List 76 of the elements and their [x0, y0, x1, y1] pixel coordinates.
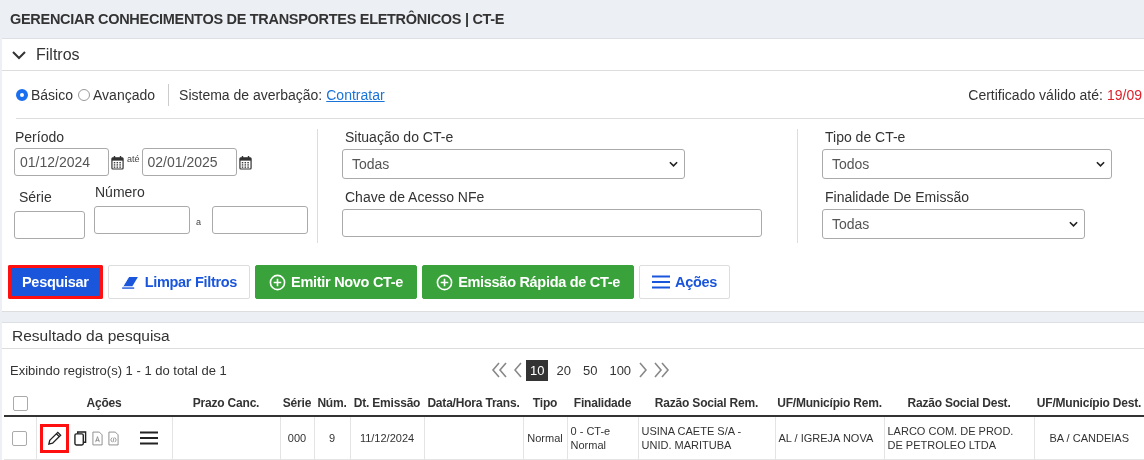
column-header[interactable]: UF/Município Dest.: [1036, 396, 1142, 410]
date-field[interactable]: 01/12/2024: [14, 148, 109, 176]
column-header[interactable]: Razão Social Rem.: [654, 396, 759, 410]
field-label: Situação do CT-e: [345, 129, 455, 145]
range-separator: a: [196, 217, 201, 227]
page-title: GERENCIAR CONHECIMENTOS DE TRANSPORTES ELETRÔNICOS | CT-E: [10, 11, 505, 27]
series-field[interactable]: [14, 211, 85, 239]
access-key-field[interactable]: [342, 209, 762, 237]
filters-header[interactable]: Filtros: [2, 39, 1144, 71]
number-field[interactable]: [212, 206, 308, 234]
table-cell: USINA CAETE S/A - UNID. MARITUBA: [641, 424, 742, 451]
status-select[interactable]: Todas: [342, 149, 685, 179]
type-select[interactable]: Todos: [822, 149, 1112, 179]
column-header[interactable]: Tipo: [532, 396, 558, 410]
table-cell: 0 - CT-e Normal: [570, 424, 611, 451]
table-cell: Normal: [527, 431, 563, 444]
calendar-icon[interactable]: [111, 154, 124, 170]
table-cell: LARCO COM. DE PROD. DE PETROLEO LTDA: [887, 424, 1014, 451]
column-header[interactable]: Ações: [86, 396, 122, 410]
page-size-option[interactable]: 50: [578, 359, 602, 381]
radio-option[interactable]: Básico: [16, 86, 74, 103]
table-cell: AL / IGREJA NOVA: [778, 431, 874, 444]
page-size-option[interactable]: 10: [526, 359, 549, 381]
contract-link[interactable]: Contratar: [326, 86, 385, 103]
first-page-icon[interactable]: [490, 362, 510, 378]
certificate-label: Certificado válido até:: [968, 86, 1103, 103]
date-field[interactable]: 02/01/2025: [141, 148, 237, 176]
chevron-icon: [1069, 221, 1078, 227]
chevron-icon: [12, 49, 26, 60]
menu-icon: [651, 275, 670, 289]
column-header[interactable]: Data/Hora Trans.: [427, 396, 520, 410]
plus-circle-icon: [436, 273, 454, 291]
insurance-label: Sistema de averbação:: [179, 86, 323, 103]
purpose-select[interactable]: Todas: [822, 209, 1085, 239]
table-cell: 9: [328, 431, 336, 444]
page-size-option[interactable]: 100: [605, 359, 636, 381]
column-header[interactable]: Prazo Canc.: [192, 396, 260, 410]
range-separator: até: [127, 154, 140, 164]
page-size-option[interactable]: 20: [552, 359, 575, 381]
column-header[interactable]: Dt. Emissão: [353, 396, 421, 410]
column-header[interactable]: Razão Social Dest.: [907, 396, 1011, 410]
table-cell: 000: [287, 431, 307, 444]
field-label: Tipo de CT-e: [825, 129, 907, 145]
action-button[interactable]: Ações: [638, 265, 730, 299]
row-checkbox[interactable]: [12, 430, 28, 446]
results-title: Resultado da pesquisa: [12, 326, 170, 345]
radio-option[interactable]: Avançado: [78, 86, 156, 103]
field-label: Chave de Acesso NFe: [345, 189, 486, 205]
field-label: Finalidade De Emissão: [825, 189, 970, 205]
previous-page-icon[interactable]: [514, 362, 522, 378]
field-label: Período: [15, 129, 66, 145]
action-button[interactable]: Limpar Filtros: [107, 265, 251, 299]
number-field[interactable]: [94, 206, 190, 234]
column-header[interactable]: Série: [282, 396, 312, 410]
pencil-icon[interactable]: [45, 429, 63, 447]
code-file-icon[interactable]: [107, 430, 119, 446]
column-header[interactable]: Núm.: [317, 396, 347, 410]
menu-icon[interactable]: [139, 431, 158, 445]
field-label: Número: [95, 184, 146, 200]
eraser-icon: [120, 275, 140, 289]
action-button[interactable]: Pesquisar: [8, 265, 103, 299]
table-cell: 11/12/2024: [359, 431, 415, 444]
next-page-icon[interactable]: [639, 362, 648, 378]
column-header[interactable]: Finalidade: [573, 396, 632, 410]
select-all-checkbox[interactable]: [12, 395, 28, 411]
chevron-icon: [1096, 161, 1105, 167]
chevron-icon: [669, 161, 678, 167]
table-cell: BA / CANDEIAS: [1049, 431, 1129, 444]
certificate-date: 19/09: [1106, 86, 1142, 103]
plus-circle-icon: [269, 273, 287, 291]
column-header[interactable]: UF/Município Rem.: [777, 396, 882, 410]
field-label: Série: [19, 189, 53, 205]
copy-icon[interactable]: [73, 429, 87, 447]
last-page-icon[interactable]: [651, 362, 672, 378]
results-summary: Exibindo registro(s) 1 - 1 do total de 1: [10, 362, 228, 378]
calendar-icon[interactable]: [238, 154, 252, 170]
